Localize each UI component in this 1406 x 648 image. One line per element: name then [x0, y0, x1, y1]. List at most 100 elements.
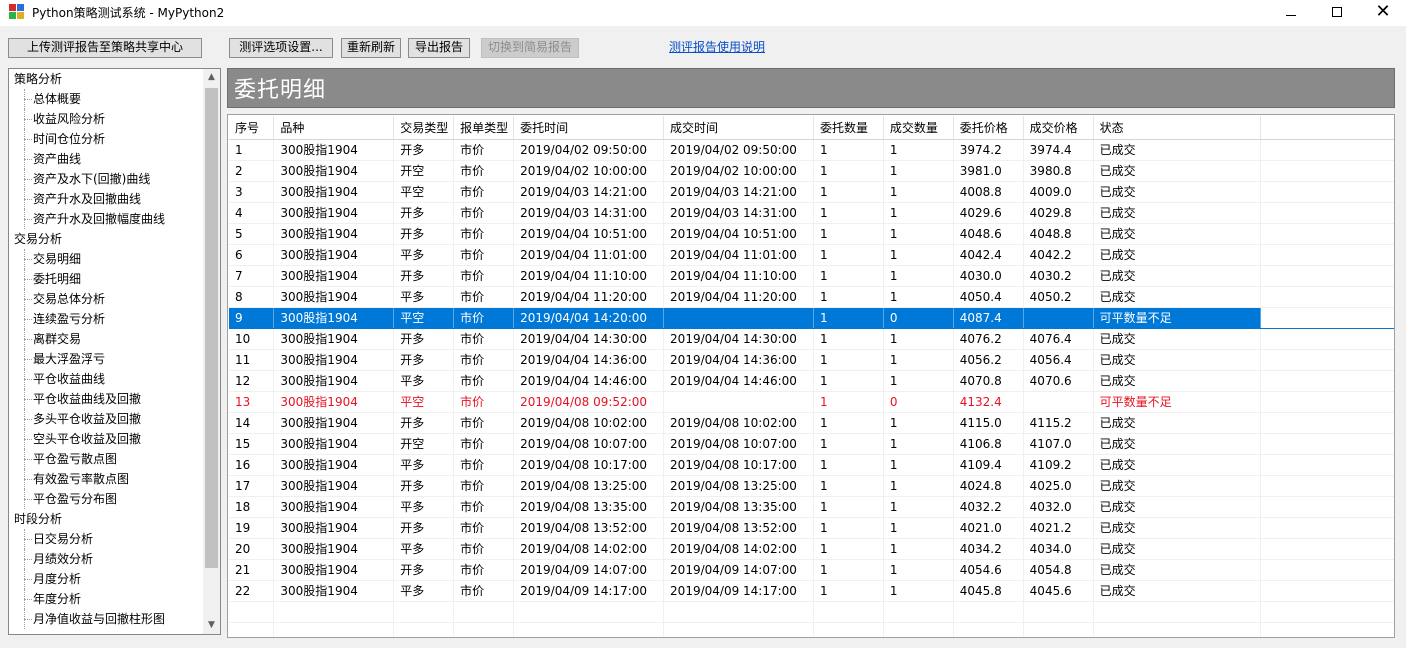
- tree-item[interactable]: 月度分析: [9, 569, 205, 589]
- table-row[interactable]: 20 300股指1904 平多 市价 2019/04/08 14:02:00 2019/0…: [229, 538, 1394, 560]
- minimize-button[interactable]: [1268, 0, 1314, 26]
- column-header[interactable]: 成交时间: [663, 116, 814, 140]
- table-cell: 1: [813, 496, 884, 518]
- tree-item[interactable]: 空头平仓收益及回撤: [9, 429, 205, 449]
- table-row[interactable]: 4 300股指1904 开多 市价 2019/04/03 14:31:00 2019/04…: [229, 202, 1394, 224]
- table-cell: 2019/04/08 13:52:00: [513, 517, 665, 539]
- tree-item[interactable]: 月净值收益与回撤柱形图: [9, 609, 205, 629]
- table-cell: 3974.2: [953, 139, 1024, 161]
- table-cell: 市价: [453, 328, 515, 350]
- tree-item[interactable]: 连续盈亏分析: [9, 309, 205, 329]
- table-header-row: 序号 品种 交易类型 报单类型 委托时间 成交时间 委托数量 成交数量 委托价格 成交价格 状态: [229, 116, 1394, 140]
- table-row[interactable]: 13 300股指1904 平空 市价 2019/04/08 09:52:00 1 0 4132…: [229, 391, 1394, 413]
- upload-report-button[interactable]: 上传测评报告至策略共享中心: [8, 38, 202, 58]
- table-row[interactable]: 6 300股指1904 平多 市价 2019/04/04 11:01:00 2019/04…: [229, 244, 1394, 266]
- table-cell: 300股指1904: [273, 454, 395, 476]
- table-row[interactable]: 15 300股指1904 开空 市价 2019/04/08 10:07:00 2019/0…: [229, 433, 1394, 455]
- tree-item[interactable]: 离群交易: [9, 329, 205, 349]
- table-cell: 4042.2: [1023, 244, 1094, 266]
- table-cell: 1: [883, 181, 954, 203]
- tree-item[interactable]: 平仓盈亏散点图: [9, 449, 205, 469]
- close-button[interactable]: ✕: [1360, 0, 1406, 26]
- table-cell: 1: [883, 370, 954, 392]
- tree-item[interactable]: 有效盈亏率散点图: [9, 469, 205, 489]
- table-row[interactable]: 11 300股指1904 开多 市价 2019/04/04 14:36:00 2019/0…: [229, 349, 1394, 371]
- tree-item[interactable]: 月绩效分析: [9, 549, 205, 569]
- column-header[interactable]: 序号: [229, 116, 275, 140]
- tree-item[interactable]: 时间仓位分析: [9, 129, 205, 149]
- table-cell: 4087.4: [953, 307, 1024, 329]
- table-row[interactable]: 2 300股指1904 开空 市价 2019/04/02 10:00:00 2019/04…: [229, 160, 1394, 182]
- table-row[interactable]: 19 300股指1904 开多 市价 2019/04/08 13:52:00 2019/0…: [229, 517, 1394, 539]
- table-body: 1 300股指1904 开多 市价 2019/04/02 09:50:00 2019/04…: [229, 139, 1394, 637]
- column-header[interactable]: 委托价格: [953, 116, 1024, 140]
- tree-item[interactable]: 资产曲线: [9, 149, 205, 169]
- tree-item[interactable]: 多头平仓收益及回撤: [9, 409, 205, 429]
- maximize-button[interactable]: [1314, 0, 1360, 26]
- test-options-button[interactable]: 测评选项设置...: [229, 38, 333, 58]
- table-row[interactable]: 21 300股指1904 开多 市价 2019/04/09 14:07:00 2019/0…: [229, 559, 1394, 581]
- tree-item[interactable]: 日交易分析: [9, 529, 205, 549]
- tree-item[interactable]: 交易总体分析: [9, 289, 205, 309]
- tree-item[interactable]: 年度分析: [9, 589, 205, 609]
- tree-item[interactable]: 资产升水及回撤曲线: [9, 189, 205, 209]
- tree-item[interactable]: 交易明细: [9, 249, 205, 269]
- tree-item[interactable]: 资产及水下(回撤)曲线: [9, 169, 205, 189]
- tree-scrollbar[interactable]: ▲ ▼: [203, 69, 220, 634]
- column-header[interactable]: 委托数量: [813, 116, 884, 140]
- table-cell: 4045.6: [1023, 580, 1094, 602]
- table-row[interactable]: 18 300股指1904 平多 市价 2019/04/08 13:35:00 2019/0…: [229, 496, 1394, 518]
- table-row[interactable]: 1 300股指1904 开多 市价 2019/04/02 09:50:00 2019/04…: [229, 139, 1394, 161]
- table-cell: 22: [229, 580, 275, 602]
- table-row[interactable]: 17 300股指1904 开多 市价 2019/04/08 13:25:00 2019/0…: [229, 475, 1394, 497]
- column-header[interactable]: 成交数量: [883, 116, 954, 140]
- column-header-filler: [1260, 116, 1394, 140]
- table-row[interactable]: 9 300股指1904 平空 市价 2019/04/04 14:20:00 1 0 4087.…: [229, 307, 1394, 329]
- scroll-thumb[interactable]: [205, 88, 218, 568]
- table-cell: 7: [229, 265, 275, 287]
- table-row[interactable]: 3 300股指1904 平空 市价 2019/04/03 14:21:00 2019/04…: [229, 181, 1394, 203]
- export-report-button[interactable]: 导出报告: [408, 38, 470, 58]
- column-header[interactable]: 状态: [1093, 116, 1262, 140]
- tree-item[interactable]: 总体概要: [9, 89, 205, 109]
- table-row[interactable]: 12 300股指1904 平多 市价 2019/04/04 14:46:00 2019/0…: [229, 370, 1394, 392]
- column-header[interactable]: 委托时间: [513, 116, 665, 140]
- tree-item[interactable]: 平仓收益曲线: [9, 369, 205, 389]
- table-cell: 已成交: [1093, 412, 1262, 434]
- column-header[interactable]: 交易类型: [393, 116, 455, 140]
- table-row[interactable]: 8 300股指1904 平多 市价 2019/04/04 11:20:00 2019/04…: [229, 286, 1394, 308]
- tree-group[interactable]: 时段分析: [9, 509, 205, 529]
- table-row[interactable]: 10 300股指1904 开多 市价 2019/04/04 14:30:00 2019/0…: [229, 328, 1394, 350]
- table-cell-filler: [1260, 286, 1394, 308]
- table-cell: 4029.6: [953, 202, 1024, 224]
- table-row[interactable]: 5 300股指1904 开多 市价 2019/04/04 10:51:00 2019/04…: [229, 223, 1394, 245]
- tree-item[interactable]: 平仓收益曲线及回撤: [9, 389, 205, 409]
- column-header[interactable]: 成交价格: [1023, 116, 1094, 140]
- scroll-down-icon[interactable]: ▼: [203, 617, 220, 634]
- empty-cell: [1023, 622, 1094, 637]
- tree-item[interactable]: 最大浮盈浮亏: [9, 349, 205, 369]
- tree-item[interactable]: 平仓盈亏分布图: [9, 489, 205, 509]
- tree-item[interactable]: 资产升水及回撤幅度曲线: [9, 209, 205, 229]
- switch-simple-report-button[interactable]: 切换到简易报告: [481, 38, 579, 58]
- column-header[interactable]: 品种: [273, 116, 395, 140]
- empty-cell: [229, 601, 275, 623]
- tree-group[interactable]: 策略分析: [9, 69, 205, 89]
- report-help-link[interactable]: 测评报告使用说明: [669, 38, 765, 55]
- table-cell: 300股指1904: [273, 559, 395, 581]
- column-header[interactable]: 报单类型: [453, 116, 515, 140]
- table-row[interactable]: 7 300股指1904 开多 市价 2019/04/04 11:10:00 2019/04…: [229, 265, 1394, 287]
- table-cell: 2019/04/08 10:17:00: [663, 454, 814, 476]
- table-cell: 2019/04/04 14:46:00: [513, 370, 665, 392]
- empty-cell: [1260, 601, 1394, 623]
- panel-title: 委托明细: [234, 78, 327, 103]
- tree-item[interactable]: 收益风险分析: [9, 109, 205, 129]
- tree-group[interactable]: 交易分析: [9, 229, 205, 249]
- table-row[interactable]: 14 300股指1904 开多 市价 2019/04/08 10:02:00 2019/0…: [229, 412, 1394, 434]
- table-row[interactable]: 22 300股指1904 平多 市价 2019/04/09 14:17:00 2019/0…: [229, 580, 1394, 602]
- scroll-up-icon[interactable]: ▲: [203, 69, 220, 86]
- table-cell: 1: [883, 286, 954, 308]
- refresh-button[interactable]: 重新刷新: [341, 38, 401, 58]
- table-row[interactable]: 16 300股指1904 平多 市价 2019/04/08 10:17:00 2019/0…: [229, 454, 1394, 476]
- tree-item[interactable]: 委托明细: [9, 269, 205, 289]
